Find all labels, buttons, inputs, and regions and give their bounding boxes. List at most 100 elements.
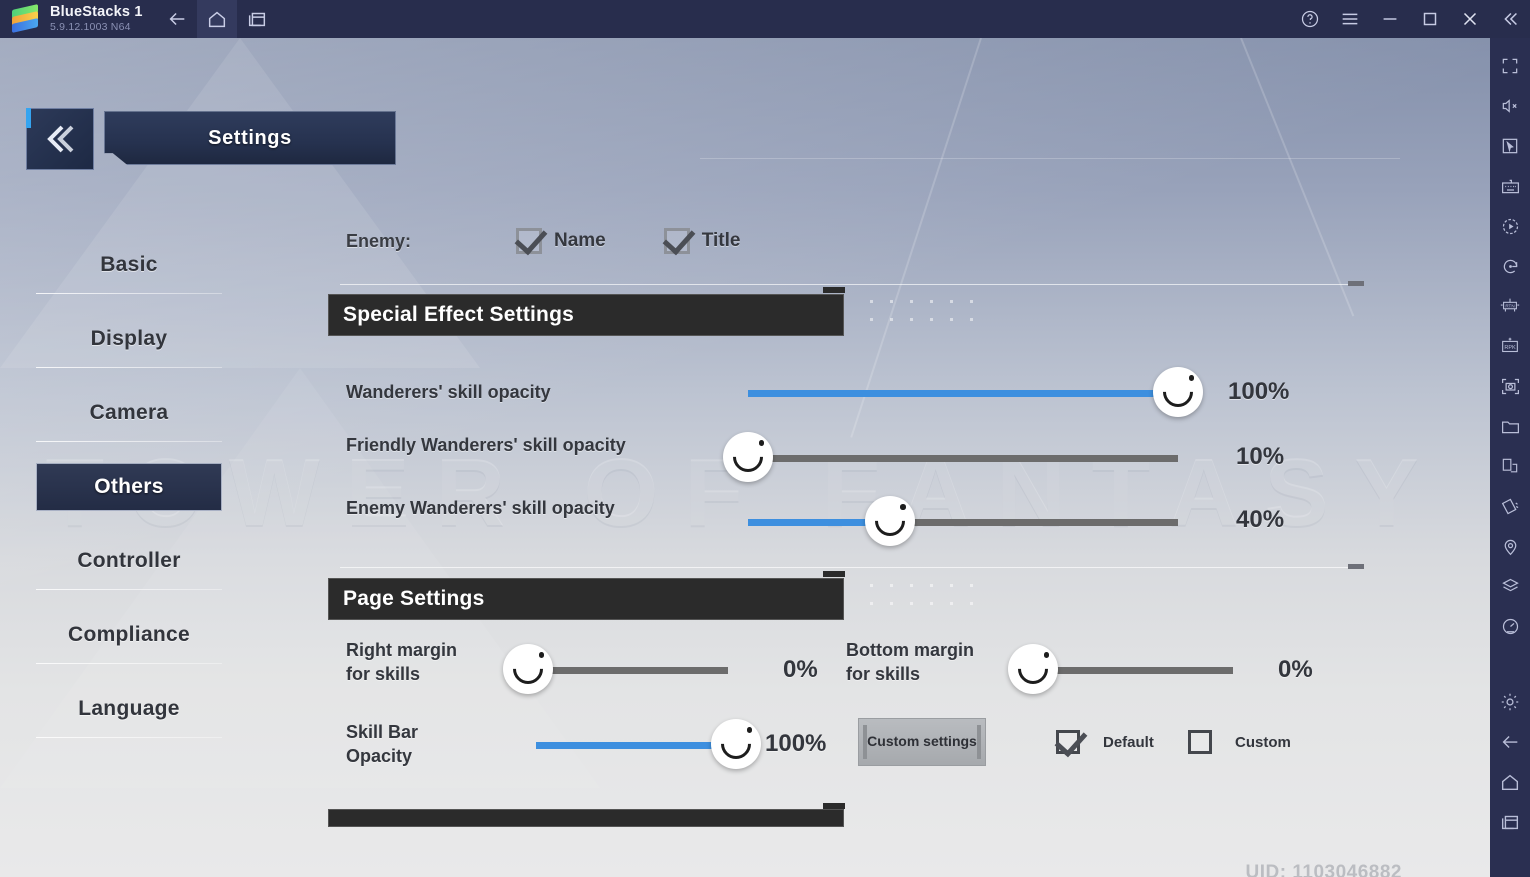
diagonal-line	[1240, 38, 1355, 317]
rpk-icon[interactable]: RPK	[1490, 326, 1530, 366]
enemy-title-label: Title	[701, 230, 741, 251]
slider-skill-bar-opacity[interactable]	[536, 719, 761, 769]
screenshot-icon[interactable]	[1490, 366, 1530, 406]
slider-wanderers-opacity[interactable]	[748, 367, 1203, 417]
mute-icon[interactable]	[1490, 86, 1530, 126]
slider-label-wanderers-opacity: Wanderers' skill opacity	[346, 382, 551, 402]
slider-label-friendly-opacity: Friendly Wanderers' skill opacity	[346, 435, 626, 455]
app-version: 5.9.12.1003 N64	[50, 21, 131, 34]
sidebar-recents-icon[interactable]	[1490, 802, 1530, 842]
sidebar-home-icon[interactable]	[1490, 762, 1530, 802]
slider-handle[interactable]	[723, 432, 773, 482]
sidebar-item-basic[interactable]: Basic	[36, 228, 222, 302]
slider-handle[interactable]	[864, 496, 915, 546]
fullscreen-icon[interactable]	[1490, 46, 1530, 86]
sidebar-item-display[interactable]: Display	[36, 302, 222, 376]
section-rule	[340, 564, 1364, 569]
gear-icon[interactable]	[1490, 682, 1530, 722]
section-rule	[340, 281, 1364, 286]
close-icon[interactable]	[1450, 0, 1490, 38]
section-header-special-effects: Special Effect Settings	[328, 287, 845, 336]
sidebar-back-icon[interactable]	[1490, 722, 1530, 762]
slider-track[interactable]	[528, 667, 728, 674]
maximize-icon[interactable]	[1410, 0, 1450, 38]
folder-icon[interactable]	[1490, 406, 1530, 446]
slider-handle[interactable]	[503, 644, 553, 694]
nav-label: Basic	[100, 253, 158, 276]
nav-label: Controller	[77, 549, 181, 572]
slider-right-margin[interactable]	[503, 644, 728, 694]
handle-dot-icon	[538, 652, 544, 658]
macro-play-icon[interactable]	[1490, 206, 1530, 246]
sidebar-item-others[interactable]: Others	[36, 463, 222, 511]
enemy-title-option[interactable]: Title	[663, 228, 741, 254]
slider-value-friendly-opacity: 10%	[1236, 443, 1285, 470]
back-button[interactable]	[26, 108, 94, 170]
app-identity: BlueStacks 1 5.9.12.1003 N64	[50, 4, 143, 34]
title-bar: BlueStacks 1 5.9.12.1003 N64	[0, 0, 1530, 38]
uid-label: UID: 1103046882	[1245, 862, 1402, 877]
nav-divider	[36, 293, 222, 294]
slider-track[interactable]	[1033, 667, 1233, 674]
titlebar-home-button[interactable]	[196, 0, 237, 38]
sidebar-item-controller[interactable]: Controller	[36, 524, 222, 598]
handle-dot-icon	[900, 504, 906, 510]
enemy-name-option[interactable]: Name	[516, 228, 606, 254]
settings-nav: Basic Display Camera Others Controller C…	[36, 228, 222, 746]
rtn-icon[interactable]: RTN	[1490, 286, 1530, 326]
checkbox-icon[interactable]	[663, 228, 690, 254]
multi-window-icon[interactable]	[1490, 446, 1530, 486]
checkbox-icon[interactable]	[1056, 730, 1080, 754]
svg-text:RTN: RTN	[1505, 303, 1514, 308]
nav-label: Others	[94, 475, 164, 498]
nav-divider	[36, 589, 222, 590]
slider-enemy-opacity[interactable]	[748, 496, 1178, 546]
checkbox-icon[interactable]	[1188, 730, 1212, 754]
menu-icon[interactable]	[1330, 0, 1370, 38]
option-custom[interactable]: Custom	[1188, 730, 1291, 754]
section-title: Page Settings	[343, 587, 485, 610]
shake-icon[interactable]	[1490, 486, 1530, 526]
layers-icon[interactable]	[1490, 566, 1530, 606]
slider-value-bottom-margin: 0%	[1278, 656, 1313, 683]
game-viewport: TOWER OF FANTASY Settings Basic Display …	[0, 38, 1490, 877]
location-icon[interactable]	[1490, 526, 1530, 566]
slider-handle[interactable]	[1153, 367, 1203, 417]
titlebar-recents-button[interactable]	[237, 0, 277, 38]
section-nub	[823, 287, 845, 293]
slider-handle[interactable]	[711, 719, 761, 769]
nav-divider	[36, 441, 222, 442]
performance-icon[interactable]	[1490, 606, 1530, 646]
rule-knob	[1348, 281, 1364, 286]
keyboard-icon[interactable]	[1490, 166, 1530, 206]
help-icon[interactable]	[1290, 0, 1330, 38]
minimize-icon[interactable]	[1370, 0, 1410, 38]
slider-fill	[536, 742, 736, 749]
cursor-icon[interactable]	[1490, 126, 1530, 166]
rule-knob	[1348, 564, 1364, 569]
section-header-empty	[328, 803, 845, 827]
diagonal-line	[850, 38, 982, 438]
slider-bottom-margin[interactable]	[1008, 644, 1233, 694]
svg-text:RPK: RPK	[1504, 345, 1516, 351]
checkbox-icon[interactable]	[516, 228, 542, 254]
slider-friendly-opacity[interactable]	[723, 432, 1178, 482]
android-nav-buttons	[157, 0, 277, 38]
option-default[interactable]: Default	[1056, 730, 1154, 754]
titlebar-back-button[interactable]	[157, 0, 197, 38]
collapse-icon[interactable]	[1490, 0, 1530, 38]
custom-settings-button[interactable]: Custom settings	[858, 718, 986, 766]
sidebar-item-compliance[interactable]: Compliance	[36, 598, 222, 672]
bluestacks-window: BlueStacks 1 5.9.12.1003 N64 TOWER OF FA…	[0, 0, 1530, 877]
slider-track[interactable]	[748, 455, 1178, 462]
section-nub	[823, 803, 845, 809]
nav-label: Language	[78, 697, 180, 720]
enemy-display-row: Enemy: Name Title	[346, 228, 798, 254]
sidebar-item-camera[interactable]: Camera	[36, 376, 222, 450]
sidebar-item-language[interactable]: Language	[36, 672, 222, 746]
rotate-icon[interactable]	[1490, 246, 1530, 286]
handle-dot-icon	[1188, 375, 1194, 381]
slider-label-skill-bar-opacity: Skill Bar Opacity	[346, 722, 419, 767]
slider-value-right-margin: 0%	[783, 656, 818, 683]
slider-handle[interactable]	[1008, 644, 1058, 694]
